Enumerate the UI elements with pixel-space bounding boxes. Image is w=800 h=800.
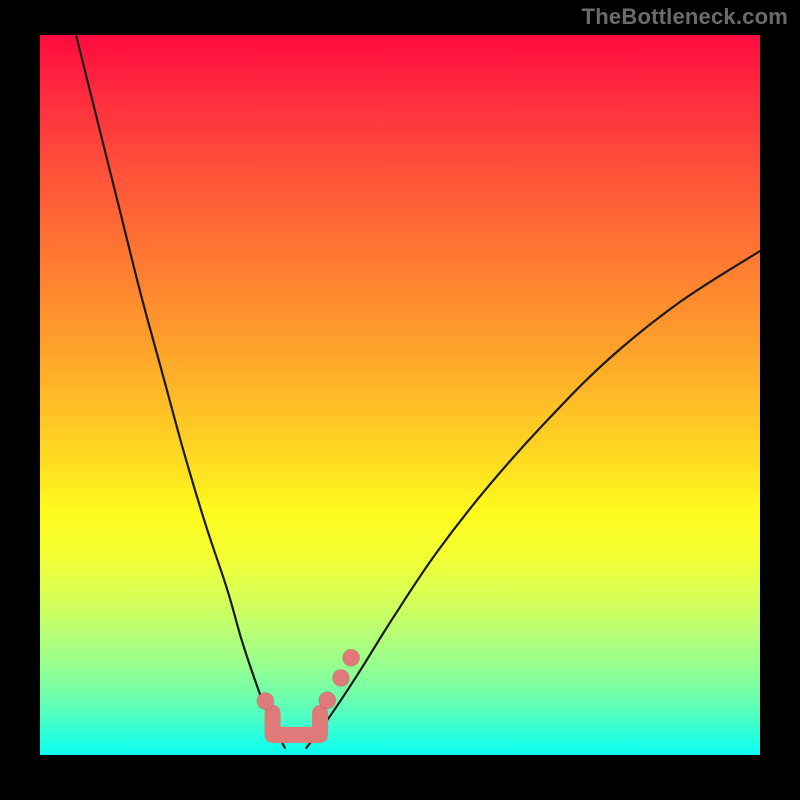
bottleneck-curve-left: [76, 35, 285, 748]
curve-marker: [319, 692, 336, 709]
valley-flat-segment: [273, 713, 321, 735]
source-watermark: TheBottleneck.com: [582, 4, 788, 30]
curve-marker: [332, 669, 349, 686]
bottleneck-curve-right: [306, 251, 760, 748]
curve-marker: [257, 693, 274, 710]
curve-marker: [343, 649, 360, 666]
chart-svg: [40, 35, 760, 755]
chart-plot-area: [40, 35, 760, 755]
curve-markers: [257, 649, 360, 709]
chart-stage: TheBottleneck.com: [0, 0, 800, 800]
